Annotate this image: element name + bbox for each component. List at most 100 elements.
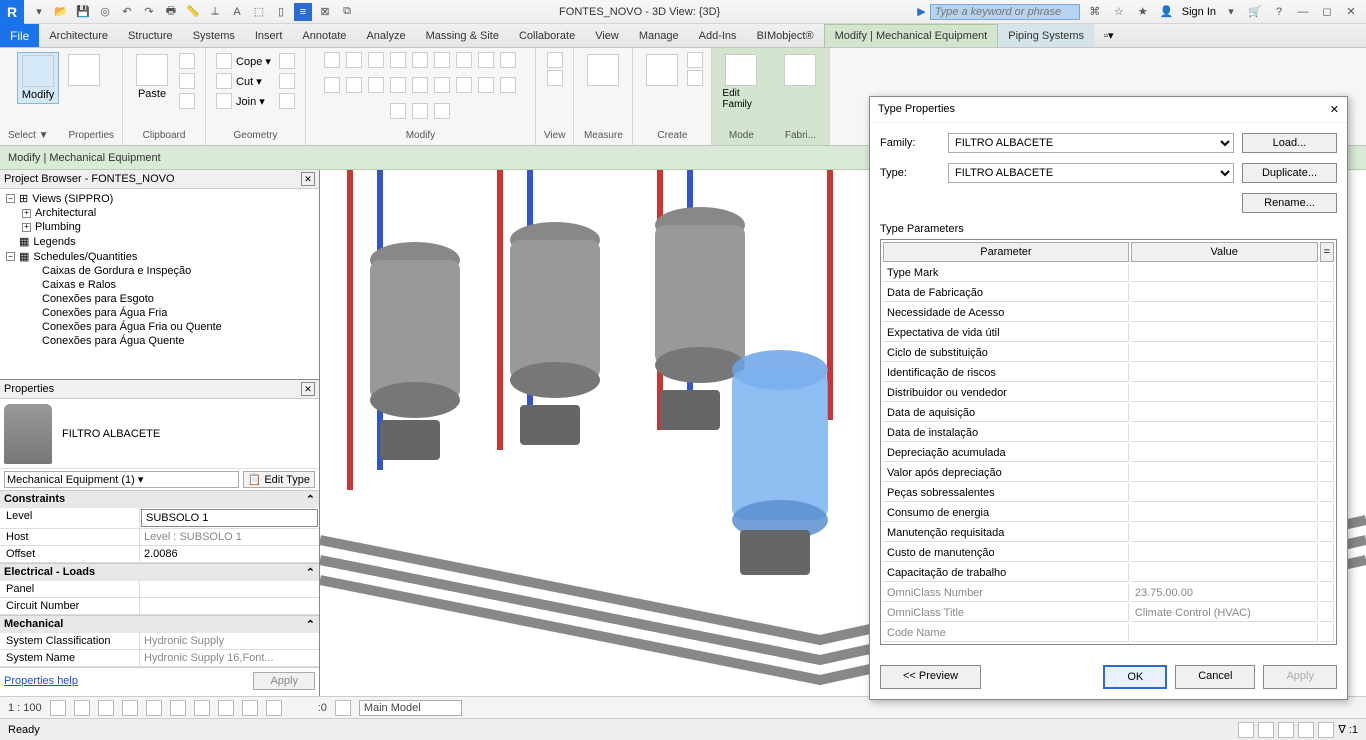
mod-e[interactable] (390, 103, 406, 119)
editable-only-icon[interactable] (335, 700, 351, 716)
tree-plumbing[interactable]: +Plumbing (2, 220, 317, 234)
panel-input[interactable] (140, 581, 319, 597)
tree-item[interactable]: Conexões para Esgoto (2, 292, 317, 306)
crop-region-icon[interactable] (194, 700, 210, 716)
lock-3d-icon[interactable] (218, 700, 234, 716)
undo-icon[interactable]: ↶ (118, 3, 136, 21)
select-links-icon[interactable] (1238, 722, 1254, 738)
rename-button[interactable]: Rename... (1242, 193, 1337, 213)
tab-architecture[interactable]: Architecture (39, 24, 118, 47)
param-row[interactable]: Expectativa de vida útil (883, 324, 1334, 342)
print-icon[interactable]: 🖶 (162, 3, 180, 21)
workset-status[interactable]: :0 (318, 702, 327, 714)
rotate-button[interactable] (368, 52, 384, 68)
drag-elements-icon[interactable] (1318, 722, 1334, 738)
copy-button[interactable] (346, 52, 362, 68)
tab-collaborate[interactable]: Collaborate (509, 24, 585, 47)
param-row[interactable]: Distribuidor ou vendedor (883, 384, 1334, 402)
temp-hide-icon[interactable] (242, 700, 258, 716)
project-browser-close-icon[interactable]: ✕ (301, 172, 315, 186)
type-select[interactable]: FILTRO ALBACETE (948, 163, 1234, 183)
category-filter[interactable]: Mechanical Equipment (1) ▾ (4, 471, 239, 488)
scale-selector[interactable]: 1 : 100 (8, 702, 42, 714)
param-row[interactable]: OmniClass Number23.75.00.00 (883, 584, 1334, 602)
visual-style-icon[interactable] (74, 700, 90, 716)
cart-icon[interactable]: 🛒 (1246, 3, 1264, 21)
keys-icon[interactable]: ⌘ (1086, 3, 1104, 21)
switch-icon[interactable]: ⧉ (338, 3, 356, 21)
group-electrical[interactable]: Electrical - Loads⌃ (0, 563, 319, 581)
param-row[interactable]: Depreciação acumulada (883, 444, 1334, 462)
reveal-icon[interactable] (266, 700, 282, 716)
tree-item[interactable]: Caixas e Ralos (2, 278, 317, 292)
cut-button[interactable]: Cut ▾ (214, 72, 273, 90)
group-constraints[interactable]: Constraints⌃ (0, 490, 319, 508)
param-row[interactable]: Capacitação de trabalho (883, 564, 1334, 582)
mod-d[interactable] (500, 77, 516, 93)
param-row[interactable]: Manutenção requisitada (883, 524, 1334, 542)
tree-legends[interactable]: ▦Legends (2, 234, 317, 249)
panel-label-select[interactable]: Select ▼ (8, 128, 48, 143)
mod-a[interactable] (434, 77, 450, 93)
mod-g[interactable] (434, 103, 450, 119)
rendering-icon[interactable] (146, 700, 162, 716)
edit-type-button[interactable]: 📋 Edit Type (243, 471, 315, 488)
signin-dropdown-icon[interactable]: ▾ (1222, 3, 1240, 21)
search-play-icon[interactable]: ▶ (917, 5, 925, 18)
tab-massing[interactable]: Massing & Site (416, 24, 509, 47)
param-row[interactable]: Custo de manutenção (883, 544, 1334, 562)
tab-structure[interactable]: Structure (118, 24, 183, 47)
duplicate-button[interactable]: Duplicate... (1242, 163, 1337, 183)
trim-button[interactable] (390, 52, 406, 68)
geom-b-button[interactable] (277, 72, 297, 90)
tree-architectural[interactable]: +Architectural (2, 206, 317, 220)
properties-help-link[interactable]: Properties help (4, 675, 78, 687)
pin-button[interactable] (346, 77, 362, 93)
tab-insert[interactable]: Insert (245, 24, 293, 47)
offset-input[interactable]: 2.0086 (140, 546, 319, 562)
select-face-icon[interactable] (1298, 722, 1314, 738)
col-value[interactable]: Value (1131, 242, 1318, 262)
create-button[interactable] (641, 52, 683, 90)
param-row[interactable]: Ciclo de substituição (883, 344, 1334, 362)
tab-addins[interactable]: Add-Ins (689, 24, 747, 47)
col-parameter[interactable]: Parameter (883, 242, 1129, 262)
tree-item[interactable]: Conexões para Água Fria ou Quente (2, 320, 317, 334)
file-tab[interactable]: File (0, 24, 39, 47)
param-row[interactable]: OmniClass TitleClimate Control (HVAC) (883, 604, 1334, 622)
copy-clipboard-button[interactable] (177, 72, 197, 90)
maximize-icon[interactable]: ◻ (1318, 3, 1336, 21)
tab-modify-contextual[interactable]: Modify | Mechanical Equipment (824, 24, 999, 47)
view-a[interactable] (547, 52, 563, 68)
array-button[interactable] (500, 52, 516, 68)
close-icon[interactable]: ✕ (1342, 3, 1360, 21)
star-icon[interactable]: ★ (1134, 3, 1152, 21)
dimension-icon[interactable]: ⟂ (206, 3, 224, 21)
search-input[interactable] (930, 4, 1080, 20)
properties-button[interactable] (63, 52, 105, 90)
tree-views[interactable]: −⊞Views (SIPPRO) (2, 191, 317, 206)
sync-icon[interactable]: ◎ (96, 3, 114, 21)
create-a[interactable] (687, 52, 703, 68)
create-b[interactable] (687, 70, 703, 86)
geom-a-button[interactable] (277, 52, 297, 70)
ribbon-collapse-icon[interactable]: ▫▾ (1104, 24, 1113, 47)
param-row[interactable]: Valor após depreciação (883, 464, 1334, 482)
tab-piping-systems[interactable]: Piping Systems (998, 24, 1094, 47)
detail-level-icon[interactable] (50, 700, 66, 716)
thinlines-icon[interactable]: ≡ (294, 3, 312, 21)
tree-schedules[interactable]: −▦Schedules/Quantities (2, 249, 317, 264)
circuit-input[interactable] (140, 598, 319, 614)
dialog-titlebar[interactable]: Type Properties ✕ (870, 97, 1347, 123)
edit-family-button[interactable]: Edit Family (720, 52, 762, 112)
open-icon[interactable]: 📂 (52, 3, 70, 21)
tab-systems[interactable]: Systems (183, 24, 245, 47)
minimize-icon[interactable]: — (1294, 3, 1312, 21)
modify-button[interactable]: Modify (17, 52, 59, 104)
measure-icon[interactable]: 📏 (184, 3, 202, 21)
cope-button[interactable]: Cope ▾ (214, 52, 273, 70)
move-button[interactable] (324, 52, 340, 68)
section-icon[interactable]: ▯ (272, 3, 290, 21)
tab-annotate[interactable]: Annotate (292, 24, 356, 47)
scale-button[interactable] (324, 77, 340, 93)
